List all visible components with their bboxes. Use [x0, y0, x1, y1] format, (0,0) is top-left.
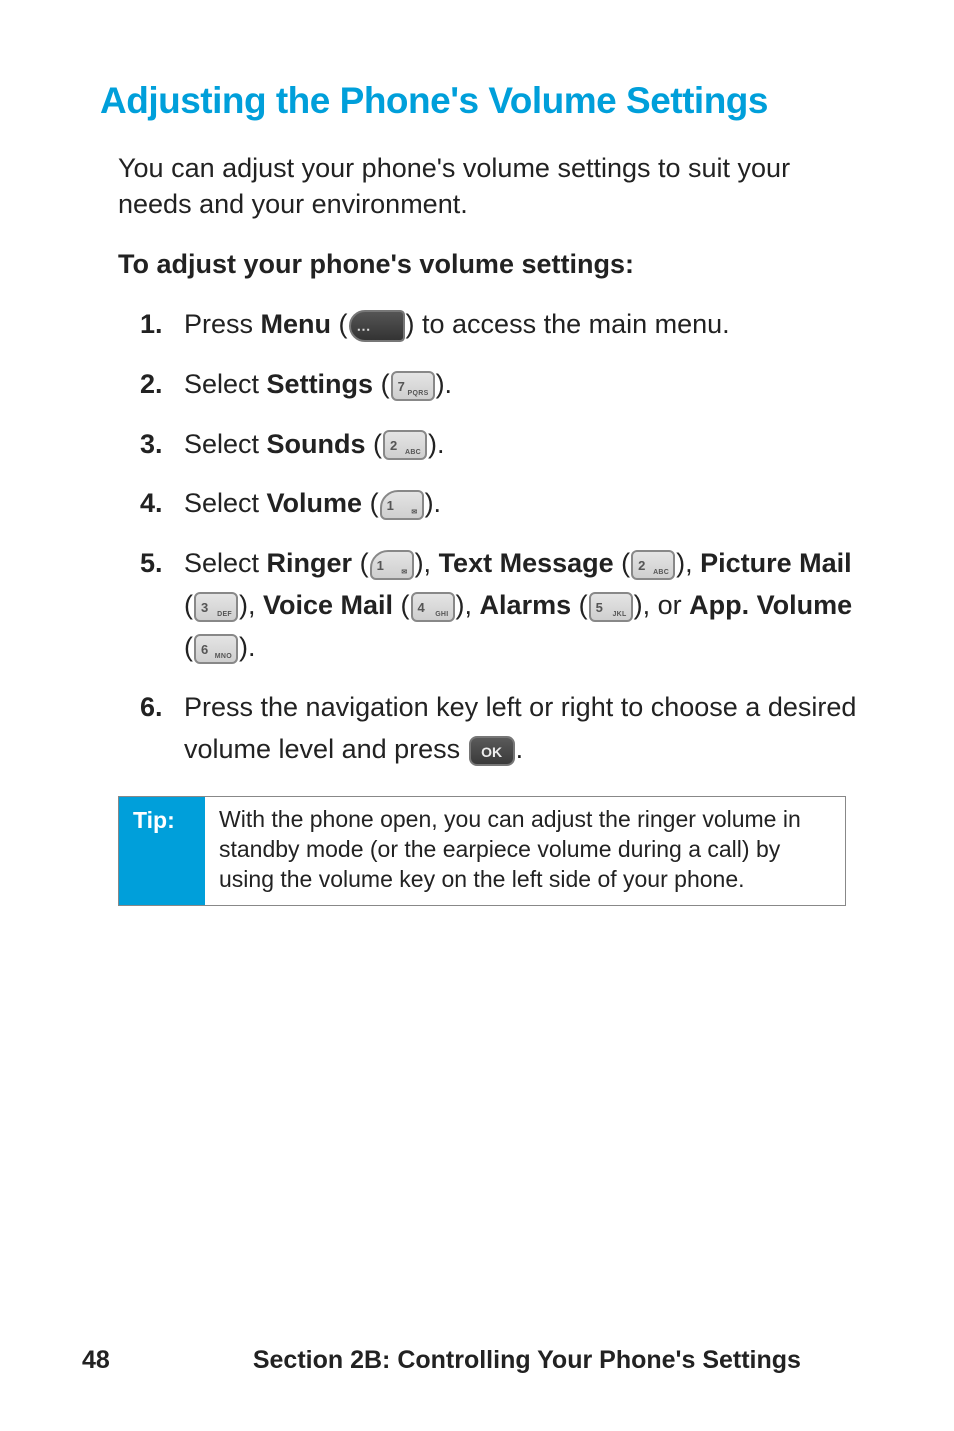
- menu-key-icon: [349, 310, 405, 342]
- key-7-icon: 7PQRS: [391, 371, 435, 401]
- page-heading: Adjusting the Phone's Volume Settings: [100, 80, 864, 122]
- key-1-icon: 1✉: [370, 550, 414, 580]
- tip-box: Tip: With the phone open, you can adjust…: [118, 796, 846, 906]
- intro-paragraph: You can adjust your phone's volume setti…: [118, 150, 854, 223]
- ok-key-icon: OK: [469, 736, 515, 766]
- key-4-icon: 4GHI: [411, 592, 455, 622]
- step-number: 1.: [140, 304, 184, 346]
- page-footer: 48 Section 2B: Controlling Your Phone's …: [0, 1346, 954, 1375]
- key-sub: PQRS: [408, 380, 429, 408]
- key-digit: 7: [398, 379, 405, 394]
- step-number: 5.: [140, 543, 184, 585]
- step-text: Select: [184, 548, 267, 578]
- tip-text: With the phone open, you can adjust the …: [205, 797, 845, 905]
- step-text: ).: [425, 488, 442, 518]
- step-text: ),: [676, 548, 700, 578]
- key-sub: DEF: [217, 601, 232, 629]
- key-digit: 5: [596, 600, 603, 615]
- key-sub: GHI: [435, 601, 448, 629]
- action-label: Picture Mail: [700, 548, 852, 578]
- instruction-subhead: To adjust your phone's volume settings:: [118, 249, 864, 280]
- step-text: ), or: [634, 590, 690, 620]
- key-3-icon: 3DEF: [194, 592, 238, 622]
- step-text: ).: [436, 369, 453, 399]
- step-text: ),: [415, 548, 439, 578]
- step-text: (: [362, 488, 379, 518]
- key-5-icon: 5JKL: [589, 592, 633, 622]
- action-label: Settings: [267, 369, 374, 399]
- step-text: (: [184, 632, 193, 662]
- key-sub: ✉: [411, 499, 417, 527]
- action-label: Ringer: [267, 548, 353, 578]
- step-number: 6.: [140, 687, 184, 729]
- step-text: (: [352, 548, 369, 578]
- page-number: 48: [82, 1346, 110, 1375]
- tip-label: Tip:: [119, 797, 205, 905]
- step-3: 3. Select Sounds (2ABC).: [140, 424, 864, 466]
- step-1: 1. Press Menu ( ) to access the main menu…: [140, 304, 864, 346]
- step-text: (: [373, 369, 390, 399]
- steps-list: 1. Press Menu ( ) to access the main menu…: [140, 304, 864, 771]
- step-text: ) to access the main menu.: [406, 309, 730, 339]
- step-text: (: [571, 590, 588, 620]
- step-4: 4. Select Volume (1✉).: [140, 483, 864, 525]
- step-body: Press Menu ( ) to access the main menu.: [184, 304, 864, 346]
- key-digit: 2: [638, 558, 645, 573]
- step-text: Select: [184, 488, 267, 518]
- step-5: 5. Select Ringer (1✉), Text Message (2AB…: [140, 543, 864, 669]
- section-title: Section 2B: Controlling Your Phone's Set…: [110, 1346, 864, 1375]
- key-digit: 2: [390, 438, 397, 453]
- step-text: Select: [184, 369, 267, 399]
- key-sub: ABC: [653, 559, 669, 587]
- key-sub: MNO: [215, 643, 232, 671]
- step-2: 2. Select Settings (7PQRS).: [140, 364, 864, 406]
- step-text: (: [614, 548, 631, 578]
- key-digit: 3: [201, 600, 208, 615]
- step-text: .: [516, 734, 524, 764]
- step-number: 3.: [140, 424, 184, 466]
- action-label: Menu: [261, 309, 332, 339]
- step-text: Press: [184, 309, 261, 339]
- step-text: ).: [239, 632, 256, 662]
- step-6: 6. Press the navigation key left or righ…: [140, 687, 864, 771]
- action-label: Volume: [267, 488, 363, 518]
- step-text: (: [184, 590, 193, 620]
- step-text: (: [331, 309, 348, 339]
- key-digit: 6: [201, 642, 208, 657]
- step-body: Select Volume (1✉).: [184, 483, 864, 525]
- step-text: ).: [428, 429, 445, 459]
- key-sub: ABC: [405, 439, 421, 467]
- key-1-icon: 1✉: [380, 490, 424, 520]
- action-label: Voice Mail: [263, 590, 393, 620]
- action-label: Sounds: [267, 429, 366, 459]
- step-number: 4.: [140, 483, 184, 525]
- step-text: ),: [456, 590, 480, 620]
- step-text: (: [366, 429, 383, 459]
- step-body: Select Ringer (1✉), Text Message (2ABC),…: [184, 543, 864, 669]
- key-sub: ✉: [401, 559, 407, 587]
- step-text: ),: [239, 590, 263, 620]
- step-body: Select Settings (7PQRS).: [184, 364, 864, 406]
- action-label: Text Message: [439, 548, 614, 578]
- key-digit: 1: [387, 498, 394, 513]
- step-body: Select Sounds (2ABC).: [184, 424, 864, 466]
- step-text: Select: [184, 429, 267, 459]
- action-label: App. Volume: [689, 590, 852, 620]
- step-number: 2.: [140, 364, 184, 406]
- key-digit: 4: [418, 600, 425, 615]
- key-2-icon: 2ABC: [631, 550, 675, 580]
- key-digit: 1: [377, 558, 384, 573]
- step-text: (: [393, 590, 410, 620]
- key-sub: JKL: [612, 601, 626, 629]
- key-6-icon: 6MNO: [194, 634, 238, 664]
- action-label: Alarms: [480, 590, 572, 620]
- key-2-icon: 2ABC: [383, 430, 427, 460]
- step-body: Press the navigation key left or right t…: [184, 687, 864, 771]
